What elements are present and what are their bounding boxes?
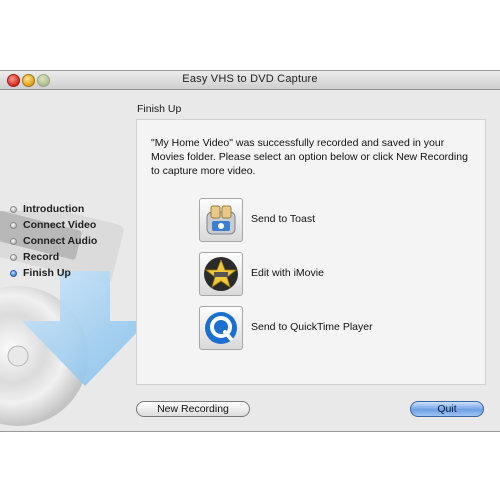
status-message: "My Home Video" was successfully recorde…: [151, 137, 468, 177]
window-title: Easy VHS to DVD Capture: [182, 73, 318, 85]
quicktime-button[interactable]: [199, 306, 243, 350]
app-window: Easy VHS to DVD Capture Introduction Con…: [0, 70, 500, 432]
toast-button[interactable]: [199, 198, 243, 242]
step-bullet-icon: [10, 238, 17, 245]
step-label: Connect Audio: [23, 235, 98, 247]
step-bullet-icon: [10, 206, 17, 213]
section-title: Finish Up: [137, 103, 182, 115]
imovie-star-icon: [204, 257, 238, 291]
quit-button[interactable]: Quit: [410, 401, 484, 417]
step-label: Introduction: [23, 203, 85, 215]
step-connect-video: Connect Video: [10, 217, 97, 233]
steps-list: Introduction Connect Video Connect Audio…: [10, 201, 97, 281]
step-bullet-icon: [10, 254, 17, 261]
imovie-button[interactable]: [199, 252, 243, 296]
step-connect-audio: Connect Audio: [10, 233, 97, 249]
step-finish-up: Finish Up: [10, 265, 97, 281]
edit-with-imovie-label: Edit with iMovie: [251, 267, 324, 279]
step-introduction: Introduction: [10, 201, 97, 217]
step-label: Record: [23, 251, 60, 263]
toast-icon: [206, 205, 236, 235]
send-to-toast-label: Send to Toast: [251, 213, 316, 225]
title-bar: Easy VHS to DVD Capture: [0, 71, 500, 90]
step-label: Finish Up: [23, 267, 71, 279]
step-record: Record: [10, 249, 97, 265]
step-bullet-icon: [10, 222, 17, 229]
new-recording-button[interactable]: New Recording: [136, 401, 250, 417]
active-step-bullet-icon: [10, 270, 17, 277]
step-label: Connect Video: [23, 219, 97, 231]
quicktime-icon: [205, 312, 237, 344]
finish-panel: "My Home Video" was successfully recorde…: [136, 119, 486, 385]
send-to-quicktime-label: Send to QuickTime Player: [251, 321, 373, 333]
